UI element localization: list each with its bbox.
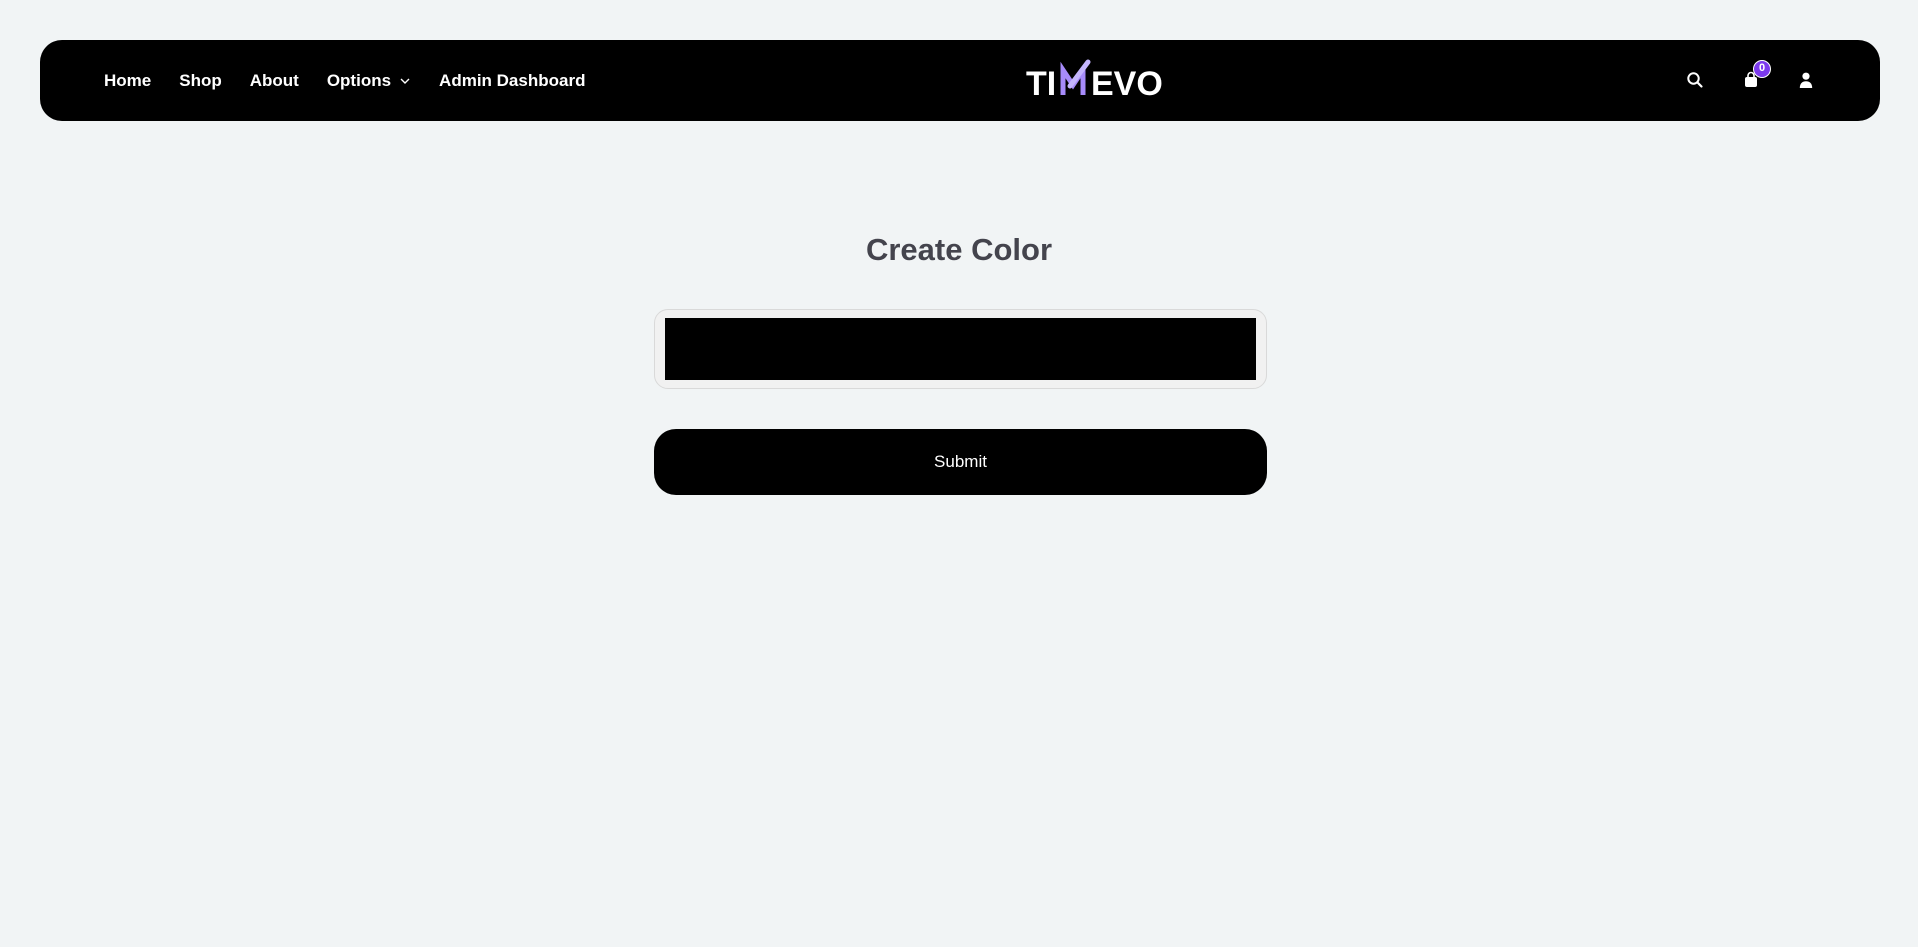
cart-count-badge: 0: [1753, 60, 1771, 78]
search-button[interactable]: [1684, 69, 1706, 91]
account-button[interactable]: [1795, 69, 1817, 91]
color-picker-swatch[interactable]: [665, 318, 1256, 380]
cart-button[interactable]: 0: [1740, 60, 1771, 91]
nav-options-label: Options: [326, 70, 392, 90]
svg-text:TI: TI: [1026, 65, 1056, 103]
svg-text:EVO: EVO: [1091, 65, 1163, 103]
page-title: Create Color: [865, 232, 1053, 267]
nav-options-dropdown[interactable]: Options: [327, 71, 411, 91]
submit-button[interactable]: Submit: [654, 429, 1267, 495]
nav-admin-dashboard-link[interactable]: Admin Dashboard: [439, 71, 585, 91]
user-icon: [1799, 72, 1813, 88]
color-input[interactable]: [654, 309, 1267, 389]
nav-about-link[interactable]: About: [250, 71, 299, 91]
search-icon: [1687, 72, 1703, 88]
top-navbar: Home Shop About Options Admin Dashboard …: [40, 40, 1880, 121]
timevo-logo[interactable]: TI EVO: [1026, 58, 1178, 104]
nav-links: Home Shop About Options Admin Dashboard: [104, 40, 613, 121]
nav-home-link[interactable]: Home: [104, 71, 151, 91]
nav-shop-link[interactable]: Shop: [179, 71, 222, 91]
chevron-down-icon: [399, 75, 411, 87]
